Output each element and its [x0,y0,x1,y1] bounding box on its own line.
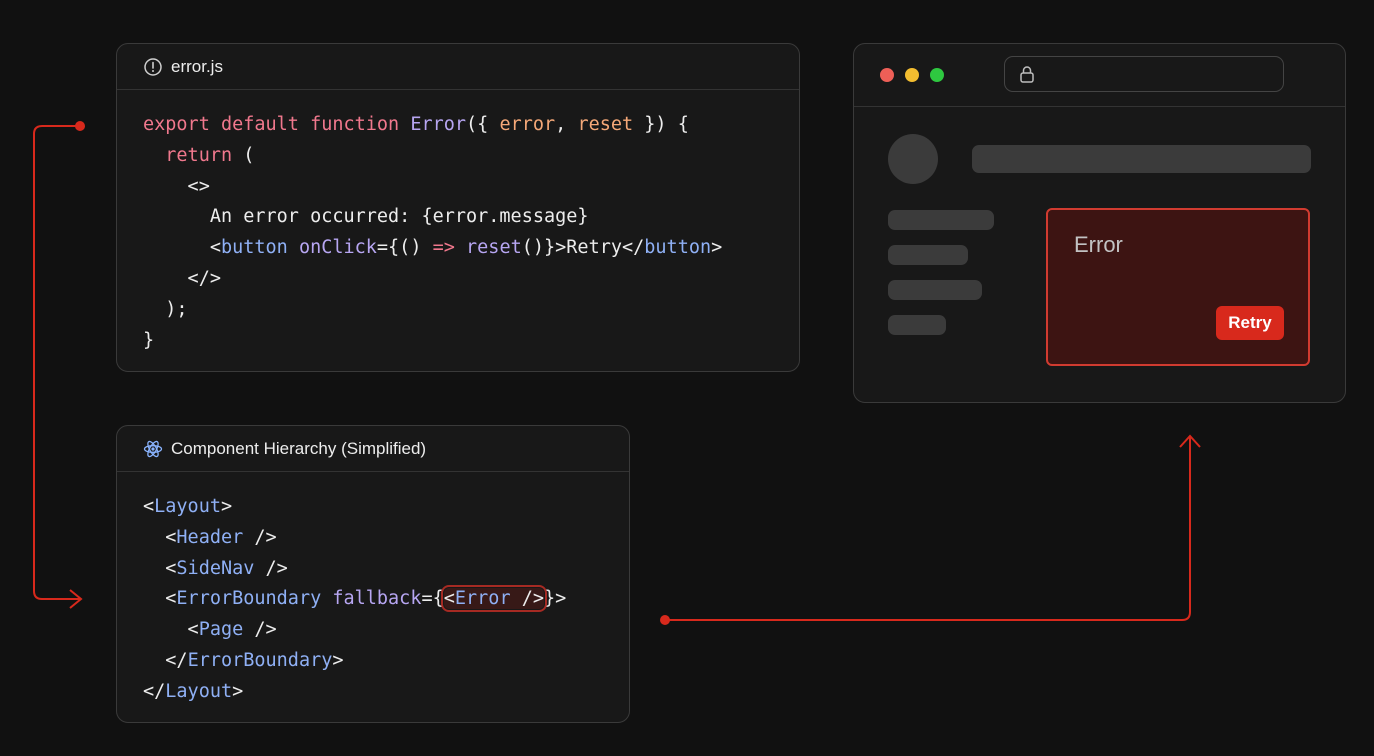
avatar-placeholder [888,134,938,184]
error-card-title: Error [1074,232,1123,257]
error-fallback-highlight: <Error /> [440,585,548,613]
code-line: <button onClick={() => reset()}>Retry</b… [143,237,723,259]
lock-icon [1020,66,1034,83]
code-line: </Layout> [143,680,244,702]
alert-circle-icon [144,57,162,76]
code-line: <Layout> [143,496,233,517]
minimize-window-dot[interactable] [905,68,919,82]
code-line: An error occurred: {error.message} [209,206,589,228]
error-js-panel: error.js export default function Error({… [116,43,800,372]
sidenav-placeholder-item [888,245,968,265]
maximize-window-dot[interactable] [930,68,944,82]
react-atom-icon [143,440,163,457]
code-line: } [143,329,155,351]
close-window-dot[interactable] [880,68,894,82]
error-fallback-card: Error Retry [1046,208,1310,366]
browser-mockup: Error Retry [853,43,1346,403]
retry-button[interactable]: Retry [1216,306,1284,340]
code-line: ); [143,298,188,320]
error-js-title: error.js [171,56,223,76]
connector-start-dot [75,121,85,131]
url-bar[interactable] [1004,56,1284,92]
code-line: <Page /> [143,619,277,641]
code-line: </> [143,267,221,289]
boundary-to-browser-connector [665,437,1191,621]
code-line: <ErrorBoundary fallback={<Error />}> [143,585,567,613]
error-js-header: error.js [117,44,799,90]
browser-chrome [854,44,1345,107]
connector-start-dot [660,615,670,625]
code-line: </ErrorBoundary> [143,649,344,671]
code-line: <SideNav /> [143,557,288,579]
error-js-code: export default function Error({ error, r… [117,90,799,356]
arrow-right-icon [69,589,83,609]
sidenav-placeholder-item [888,210,994,230]
component-hierarchy-code: <Layout> <Header /> <SideNav /> <ErrorBo… [117,472,629,708]
sidenav-placeholder-item [888,280,982,300]
component-hierarchy-header: Component Hierarchy (Simplified) [117,426,629,472]
header-placeholder-bar [972,145,1311,173]
error-to-boundary-connector [33,125,80,600]
sidenav-placeholder-item [888,315,946,335]
code-line: <> [143,175,210,197]
code-line: export default function Error({ error, r… [143,114,689,135]
component-hierarchy-panel: Component Hierarchy (Simplified) <Layout… [116,425,630,723]
component-hierarchy-title: Component Hierarchy (Simplified) [171,438,427,458]
arrow-up-icon [1179,434,1201,448]
code-line: return ( [165,144,255,166]
code-line: <Header /> [143,526,277,548]
